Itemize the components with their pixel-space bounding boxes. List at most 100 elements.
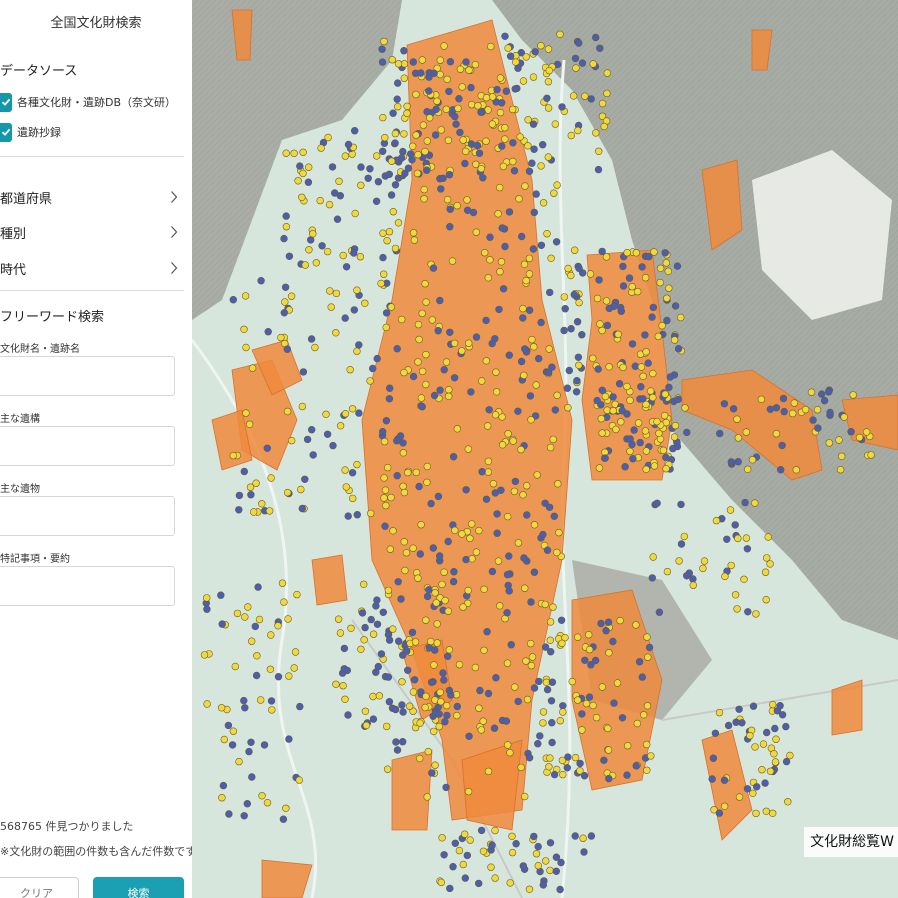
site-marker[interactable] xyxy=(385,697,394,706)
site-marker[interactable] xyxy=(568,677,576,686)
site-marker[interactable] xyxy=(533,471,541,479)
site-marker[interactable] xyxy=(476,686,484,695)
site-marker[interactable] xyxy=(454,104,462,113)
site-marker[interactable] xyxy=(484,468,492,476)
site-marker[interactable] xyxy=(477,826,486,835)
site-marker[interactable] xyxy=(397,154,406,162)
site-marker[interactable] xyxy=(251,622,259,631)
site-marker[interactable] xyxy=(570,291,578,299)
site-marker[interactable] xyxy=(534,739,542,748)
site-marker[interactable] xyxy=(347,624,355,632)
site-marker[interactable] xyxy=(547,647,555,656)
site-marker[interactable] xyxy=(240,467,248,476)
site-marker[interactable] xyxy=(360,636,368,644)
site-marker[interactable] xyxy=(605,363,613,371)
site-marker[interactable] xyxy=(493,529,501,537)
site-marker[interactable] xyxy=(825,439,833,447)
site-marker[interactable] xyxy=(519,862,527,870)
site-marker[interactable] xyxy=(229,727,238,735)
site-marker[interactable] xyxy=(708,775,716,783)
site-marker[interactable] xyxy=(629,455,637,463)
site-marker[interactable] xyxy=(574,126,582,135)
site-marker[interactable] xyxy=(541,600,549,609)
site-marker[interactable] xyxy=(380,494,388,502)
site-marker[interactable] xyxy=(475,879,483,888)
site-marker[interactable] xyxy=(574,633,582,641)
site-marker[interactable] xyxy=(491,411,500,419)
site-marker[interactable] xyxy=(826,408,834,417)
site-marker[interactable] xyxy=(598,326,606,335)
site-marker[interactable] xyxy=(494,557,503,565)
site-marker[interactable] xyxy=(423,793,431,801)
site-marker[interactable] xyxy=(297,485,305,494)
site-marker[interactable] xyxy=(649,303,657,312)
site-marker[interactable] xyxy=(751,743,759,751)
site-marker[interactable] xyxy=(715,809,724,817)
site-marker[interactable] xyxy=(482,495,491,503)
site-marker[interactable] xyxy=(404,164,413,172)
site-marker[interactable] xyxy=(436,70,444,79)
site-marker[interactable] xyxy=(455,846,464,855)
site-marker[interactable] xyxy=(431,589,439,597)
site-marker[interactable] xyxy=(217,591,225,599)
site-marker[interactable] xyxy=(451,526,459,534)
site-marker[interactable] xyxy=(449,453,458,461)
site-marker[interactable] xyxy=(326,287,334,295)
site-marker[interactable] xyxy=(378,45,386,53)
site-marker[interactable] xyxy=(256,696,265,704)
site-marker[interactable] xyxy=(575,39,583,47)
site-marker[interactable] xyxy=(377,279,385,288)
site-marker[interactable] xyxy=(585,693,594,701)
site-marker[interactable] xyxy=(482,137,490,145)
site-marker[interactable] xyxy=(662,465,670,473)
site-marker[interactable] xyxy=(361,707,370,715)
site-marker[interactable] xyxy=(626,396,634,404)
site-marker[interactable] xyxy=(530,832,538,841)
site-marker[interactable] xyxy=(459,136,467,144)
site-marker[interactable] xyxy=(778,711,787,719)
site-marker[interactable] xyxy=(274,672,283,681)
site-marker[interactable] xyxy=(653,417,661,426)
site-marker[interactable] xyxy=(659,446,668,454)
site-marker[interactable] xyxy=(535,677,543,686)
site-marker[interactable] xyxy=(249,508,258,516)
site-marker[interactable] xyxy=(266,665,275,673)
site-marker[interactable] xyxy=(699,564,707,573)
site-marker[interactable] xyxy=(379,428,387,436)
site-marker[interactable] xyxy=(291,648,300,656)
site-marker[interactable] xyxy=(417,520,425,529)
site-marker[interactable] xyxy=(639,395,647,403)
site-marker[interactable] xyxy=(435,710,443,718)
site-marker[interactable] xyxy=(351,126,359,135)
site-marker[interactable] xyxy=(456,128,464,137)
site-marker[interactable] xyxy=(559,702,567,710)
site-marker[interactable] xyxy=(299,169,307,178)
site-marker[interactable] xyxy=(633,719,641,728)
site-marker[interactable] xyxy=(282,804,290,812)
site-marker[interactable] xyxy=(224,721,233,730)
site-marker[interactable] xyxy=(304,163,313,171)
site-marker[interactable] xyxy=(417,394,426,402)
site-marker[interactable] xyxy=(395,637,403,645)
site-marker[interactable] xyxy=(711,729,720,737)
site-marker[interactable] xyxy=(632,621,640,629)
site-marker[interactable] xyxy=(342,263,351,271)
site-marker[interactable] xyxy=(442,105,451,114)
site-marker[interactable] xyxy=(322,410,330,418)
site-marker[interactable] xyxy=(298,193,306,202)
site-marker[interactable] xyxy=(643,702,652,710)
site-marker[interactable] xyxy=(536,732,544,740)
notes-input[interactable] xyxy=(0,566,175,606)
site-marker[interactable] xyxy=(662,259,670,267)
site-marker[interactable] xyxy=(492,388,501,396)
site-marker[interactable] xyxy=(546,636,554,644)
site-marker[interactable] xyxy=(644,359,652,367)
site-marker[interactable] xyxy=(405,702,414,710)
site-marker[interactable] xyxy=(618,714,627,722)
site-marker[interactable] xyxy=(340,644,349,653)
site-marker[interactable] xyxy=(285,735,293,743)
site-marker[interactable] xyxy=(497,258,506,266)
site-marker[interactable] xyxy=(280,309,289,317)
site-marker[interactable] xyxy=(341,695,349,703)
site-marker[interactable] xyxy=(548,718,556,727)
